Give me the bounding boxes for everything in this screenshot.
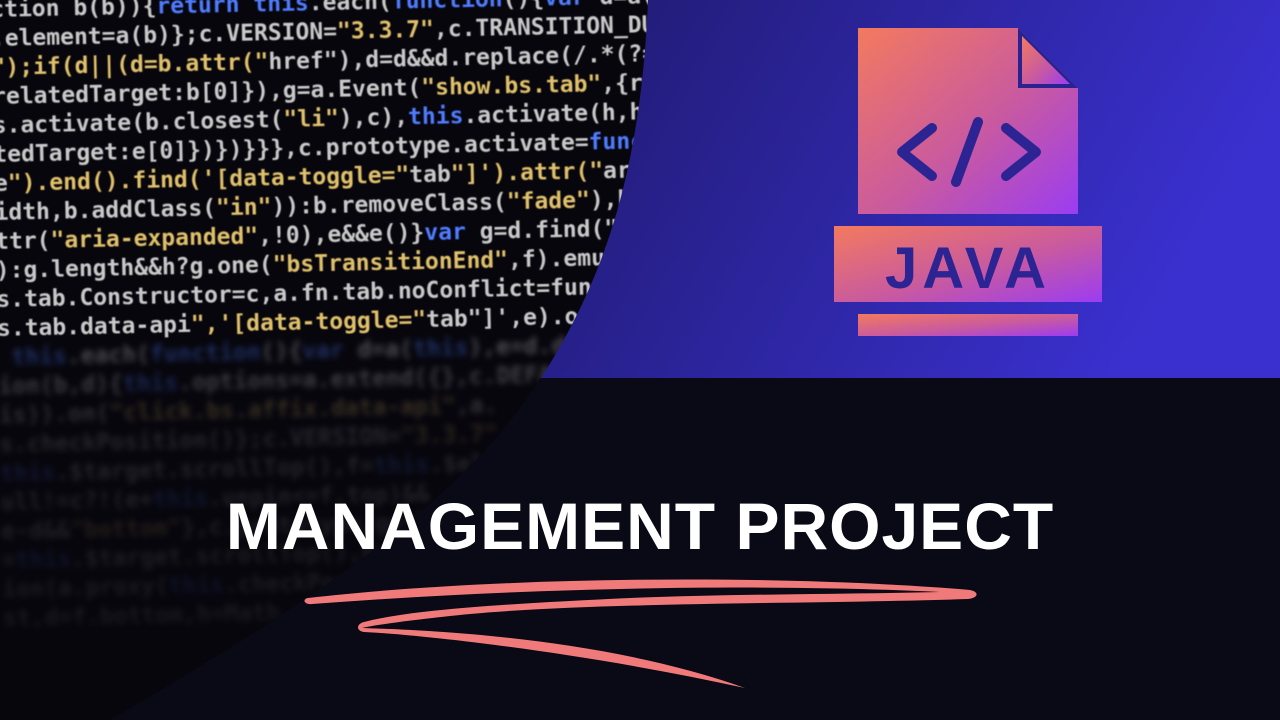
page-title: MANAGEMENT PROJECT xyxy=(0,488,1280,564)
title-text: MANAGEMENT PROJECT xyxy=(225,489,1055,563)
java-file-icon: JAVA xyxy=(834,28,1102,336)
thumbnail-canvas: ction b(b)){return this.each(function(){… xyxy=(0,0,1280,720)
java-label: JAVA xyxy=(885,236,1051,301)
brush-underline xyxy=(304,579,977,688)
